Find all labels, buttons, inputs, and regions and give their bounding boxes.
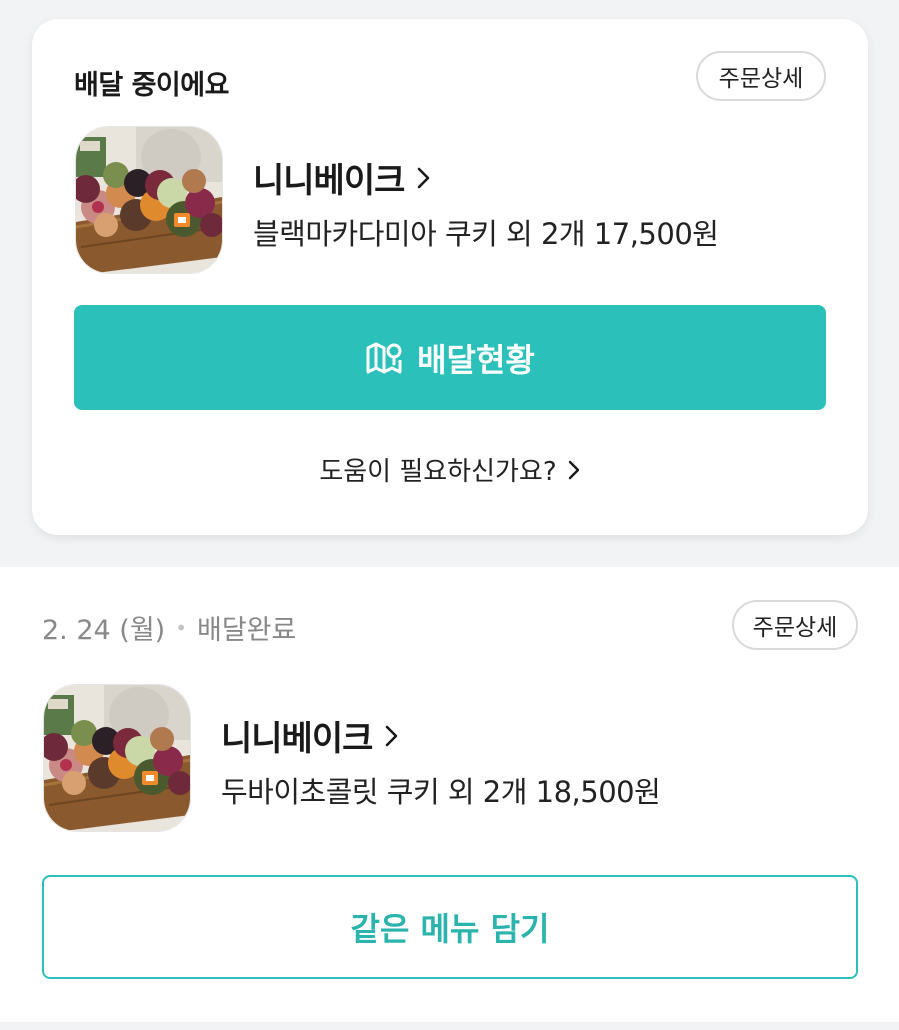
order-date: 2. 24 (월) (42, 615, 166, 646)
delivery-tracking-label: 배달현황 (417, 340, 535, 379)
chevron-right-icon (418, 167, 430, 188)
past-order-section: 2. 24 (월) • 배달완료 주문상세 니니베이크 두바이초콜릿 쿠키 외 … (0, 567, 899, 1022)
help-link-label: 도움이 필요하신가요? (319, 457, 557, 487)
past-order-meta: 2. 24 (월) • 배달완료 (42, 608, 296, 647)
order-summary: 두바이초콜릿 쿠키 외 2개 18,500원 (221, 775, 661, 809)
past-order-detail-button[interactable]: 주문상세 (732, 600, 858, 650)
active-order-area: 배달 중이에요 주문상세 니니베이크 블랙마카다미아 쿠키 외 2개 17,50… (0, 0, 899, 567)
active-order-card: 배달 중이에요 주문상세 니니베이크 블랙마카다미아 쿠키 외 2개 17,50… (32, 19, 868, 535)
reorder-button[interactable]: 같은 메뉴 담기 (42, 875, 858, 979)
store-thumbnail (43, 684, 191, 832)
cookie-basket-image (76, 127, 222, 273)
store-thumbnail (75, 126, 223, 274)
order-detail-button[interactable]: 주문상세 (696, 51, 826, 101)
order-status: 배달완료 (197, 615, 297, 646)
delivery-tracking-button[interactable]: 배달현황 (74, 305, 826, 410)
map-pin-icon (366, 342, 402, 373)
cookie-basket-image (44, 685, 190, 831)
store-name-label: 니니베이크 (253, 161, 405, 201)
store-name-label: 니니베이크 (221, 719, 373, 759)
section-divider (0, 1022, 899, 1030)
help-link[interactable]: 도움이 필요하신가요? (32, 451, 868, 488)
meta-separator: • (175, 615, 187, 640)
store-name-link[interactable]: 니니베이크 (221, 711, 400, 760)
store-name-link[interactable]: 니니베이크 (253, 153, 432, 202)
chevron-right-icon (568, 460, 579, 479)
delivery-status-title: 배달 중이에요 (74, 70, 229, 101)
order-summary: 블랙마카다미아 쿠키 외 2개 17,500원 (253, 217, 719, 251)
chevron-right-icon (386, 725, 398, 746)
